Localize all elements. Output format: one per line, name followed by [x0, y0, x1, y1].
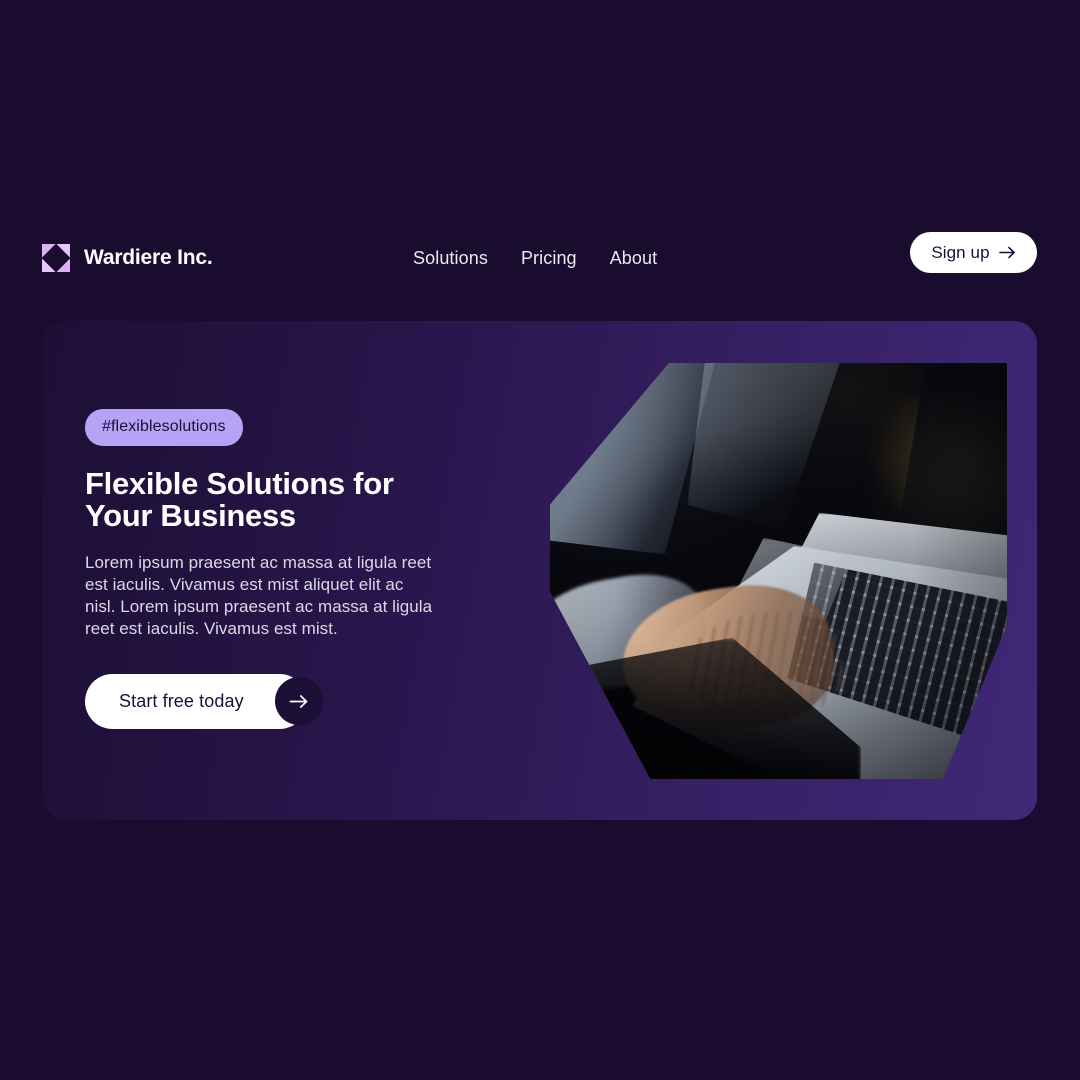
site-header: Wardiere Inc. Solutions Pricing About Si… — [0, 230, 1080, 286]
nav-item-about[interactable]: About — [610, 248, 658, 269]
cta-group: Start free today — [85, 674, 323, 730]
cta-arrow-button[interactable] — [275, 677, 323, 726]
arrow-right-icon — [998, 246, 1015, 259]
brand-name: Wardiere Inc. — [84, 246, 213, 269]
cta-label: Start free today — [119, 691, 244, 712]
double-triangle-logo-icon — [42, 244, 70, 272]
sign-up-label: Sign up — [931, 242, 990, 262]
hero-image — [550, 363, 1007, 779]
main-nav: Solutions Pricing About — [413, 230, 657, 286]
status-badge: #flexiblesolutions — [85, 409, 243, 446]
brand-logo[interactable]: Wardiere Inc. — [42, 230, 213, 286]
nav-item-pricing[interactable]: Pricing — [521, 248, 577, 269]
nav-item-solutions[interactable]: Solutions — [413, 248, 488, 269]
hero-content: #flexiblesolutions Flexible Solutions fo… — [85, 409, 505, 730]
hero-image-content — [550, 363, 1007, 779]
sign-up-button[interactable]: Sign up — [910, 232, 1037, 273]
hero-description: Lorem ipsum praesent ac massa at ligula … — [85, 553, 433, 639]
start-free-today-button[interactable]: Start free today — [85, 674, 307, 730]
arrow-right-icon — [289, 694, 308, 708]
page-title: Flexible Solutions for Your Business — [85, 466, 394, 534]
hero-card: #flexiblesolutions Flexible Solutions fo… — [43, 321, 1037, 820]
